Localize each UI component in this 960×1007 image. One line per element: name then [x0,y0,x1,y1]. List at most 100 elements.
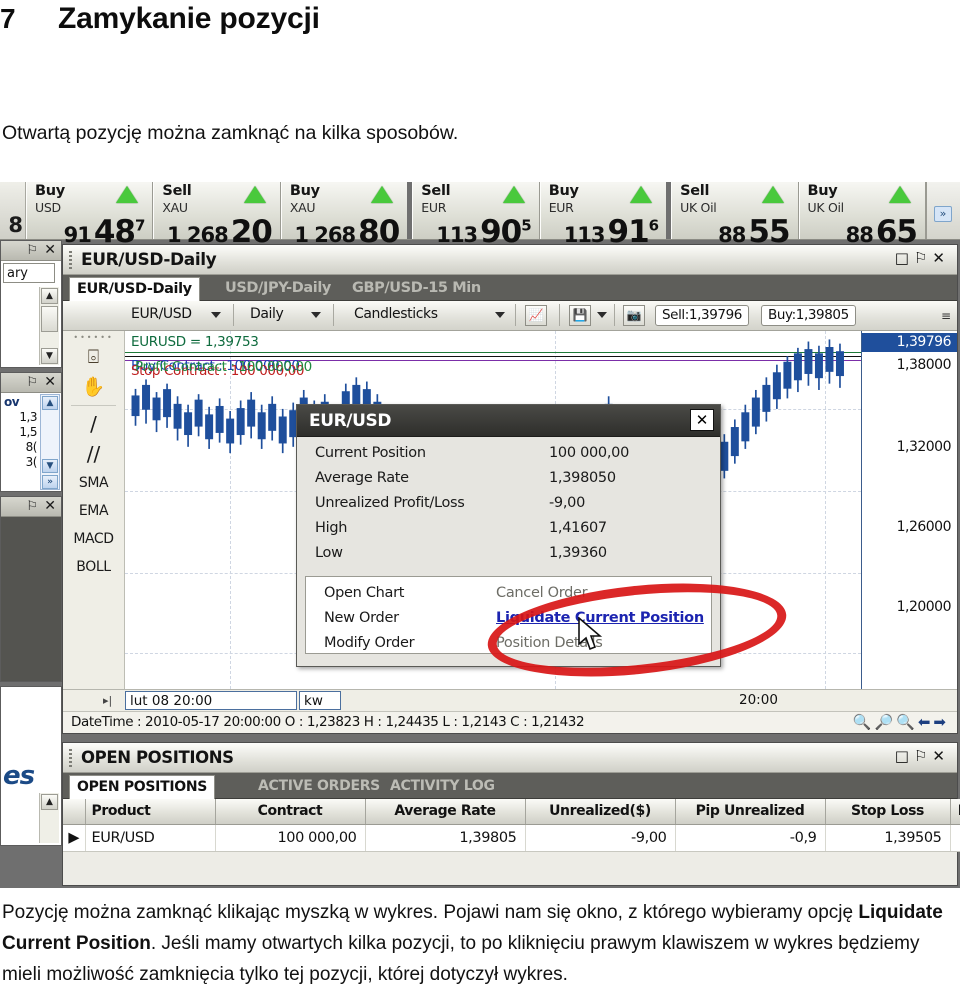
ticker-cell-sell-ukoil[interactable]: Sell UK Oil 8855 [671,182,799,250]
save-icon[interactable]: 💾 [569,305,591,326]
scroll-up-icon[interactable]: ▲ [41,794,58,810]
chevron-down-icon[interactable] [311,312,321,318]
toolbar-divider [333,304,334,326]
close-icon[interactable]: ✕ [932,249,950,267]
pin-icon[interactable]: ⚐ [914,249,932,267]
tab-eurusd-daily[interactable]: EUR/USD-Daily [69,277,200,301]
col-marker[interactable] [63,799,86,825]
pin-icon[interactable]: ⚐ [26,499,38,514]
ticker-cell-buy-usd[interactable]: Buy USD 91487 [26,182,154,250]
tab-open-positions[interactable]: OPEN POSITIONS [69,775,216,799]
chevron-down-icon[interactable] [495,312,505,318]
period-dropdown[interactable]: Daily [250,306,284,322]
left-panel-summary-tab[interactable]: ary [3,263,55,283]
trend-line-icon[interactable]: / [63,409,124,439]
ticker-cell-buy-eur[interactable]: Buy EUR 113916 [539,182,672,250]
pin-icon[interactable]: ⚐ [26,243,38,258]
study-sma[interactable]: SMA [63,469,124,497]
left-panel-scrollbar[interactable]: ▲ ▼ [39,287,59,365]
chart-type-dropdown[interactable]: Candlesticks [354,306,438,322]
price-axis[interactable]: 1,39796 1,38000 1,32000 1,26000 1,20000 [861,331,957,689]
col-product[interactable]: Product [85,799,216,825]
menu-new-order[interactable]: New Order [324,610,399,626]
detail-value: 1,398050 [549,470,616,486]
ticker-side: Buy [35,183,65,199]
col-pip-unrealized[interactable]: Pip Unrealized [675,799,826,825]
drag-grip-icon[interactable] [69,251,72,269]
cursor-tool-icon[interactable]: ⌻ [63,342,124,372]
col-average-rate[interactable]: Average Rate [365,799,526,825]
detail-value: 100 000,00 [549,445,630,461]
chevron-double-down-icon[interactable]: » [933,206,952,222]
study-boll[interactable]: BOLL [63,553,124,581]
zoom-fit-icon[interactable]: 🔍 [896,713,918,731]
close-icon[interactable]: ✕ [690,409,714,431]
col-stop-loss[interactable]: Stop Loss [825,799,951,825]
scroll-up-icon[interactable]: ▲ [42,396,58,410]
zoom-in-icon[interactable]: 🔎 [874,713,896,731]
hand-tool-icon[interactable]: ✋ [63,372,124,402]
ticker-side: Sell [162,183,192,199]
ticker-side: Buy [548,183,579,199]
tab-active-orders[interactable]: ACTIVE ORDERS [251,775,387,799]
col-unrealized[interactable]: Unrealized($) [525,799,676,825]
camera-icon[interactable]: 📷 [623,305,645,326]
scroll-down-icon[interactable]: ▼ [41,348,58,364]
tab-gbpusd-15min[interactable]: GBP/USD-15 Min [345,277,488,301]
left-panel-watchlist-header: ⚐ ✕ [1,497,61,517]
study-macd[interactable]: MACD [63,525,124,553]
ticker-side: Buy [289,183,320,199]
nav-back-icon[interactable]: ⬅ [918,713,934,731]
study-ema[interactable]: EMA [63,497,124,525]
zoom-out-icon[interactable]: 🔍 [853,713,875,731]
left-panel-quotes-scrollbar[interactable]: ▲ ▼ » [40,394,60,490]
left-panel-bottom-scrollbar[interactable]: ▲ [39,793,59,843]
close-icon[interactable]: ✕ [932,747,950,765]
drag-grip-icon[interactable] [69,749,72,767]
ticker-cell-sell-eur[interactable]: Sell EUR 113905 [412,182,540,250]
ticker-cell-buy-ukoil[interactable]: Buy UK Oil 8865 [798,182,926,250]
detail-label: Low [315,545,343,561]
toolbar-overflow-icon[interactable]: ≡ [941,309,951,323]
restore-icon[interactable]: □ [895,747,914,765]
chevron-down-icon[interactable] [597,312,607,318]
col-contract[interactable]: Contract [215,799,366,825]
chart-line-icon[interactable]: 📈 [525,305,547,326]
close-icon[interactable]: ✕ [44,374,56,390]
pin-icon[interactable]: ⚐ [914,747,932,765]
nav-forward-icon[interactable]: ➡ [933,713,949,731]
open-positions-title: OPEN POSITIONS [81,748,234,767]
chart-toolbar: EUR/USD Daily Candlesticks 📈 💾 📷 Sell:1,… [63,301,957,331]
left-panel-quotes: ⚐ ✕ ov 1,3 1,5 8( 3( ▲ ▼ » [0,372,62,492]
tab-usdjpy-daily[interactable]: USD/JPY-Daily [218,277,338,301]
symbol-dropdown[interactable]: EUR/USD [131,306,192,322]
pin-icon[interactable]: ⚐ [26,375,38,390]
scroll-up-icon[interactable]: ▲ [41,288,58,304]
table-row[interactable]: ▶ EUR/USD 100 000,00 1,39805 -9,00 -0,9 … [63,824,960,852]
chapter-title: Zamykanie pozycji [58,2,320,35]
menu-modify-order[interactable]: Modify Order [324,635,415,651]
toolbar-divider [515,304,516,326]
sell-price-pill[interactable]: Sell:1,39796 [655,305,749,326]
scrollbar-thumb[interactable] [41,306,58,332]
cell-pip-unrealized: -0,9 [675,824,826,852]
restore-icon[interactable]: □ [895,249,914,267]
col-last[interactable]: L [950,799,960,825]
scroll-forward-icon[interactable]: » [42,475,58,489]
buy-price-pill[interactable]: Buy:1,39805 [761,305,856,326]
time-axis[interactable]: ▸| lut 08 20:00 kw 20:00 [63,689,957,711]
chevron-down-icon[interactable] [211,312,221,318]
ticker-scroll[interactable]: » [925,182,960,239]
parallel-lines-icon[interactable]: // [63,439,124,469]
y-axis-tick: 1,26000 [896,519,952,535]
ticker-cell-sell-xau[interactable]: Sell XAU 1 26820 [153,182,281,250]
scroll-down-icon[interactable]: ▼ [42,459,58,473]
ticker-symbol: UK Oil [807,200,845,215]
ticker-cell-buy-xau[interactable]: Buy XAU 1 26880 [280,182,413,250]
left-panel-big-quote: es [3,761,35,791]
close-icon[interactable]: ✕ [44,498,56,514]
menu-open-chart[interactable]: Open Chart [324,585,404,601]
close-icon[interactable]: ✕ [44,242,56,258]
tab-activity-log[interactable]: ACTIVITY LOG [383,775,502,799]
axis-scroll-grip-icon[interactable]: ▸| [103,694,112,707]
